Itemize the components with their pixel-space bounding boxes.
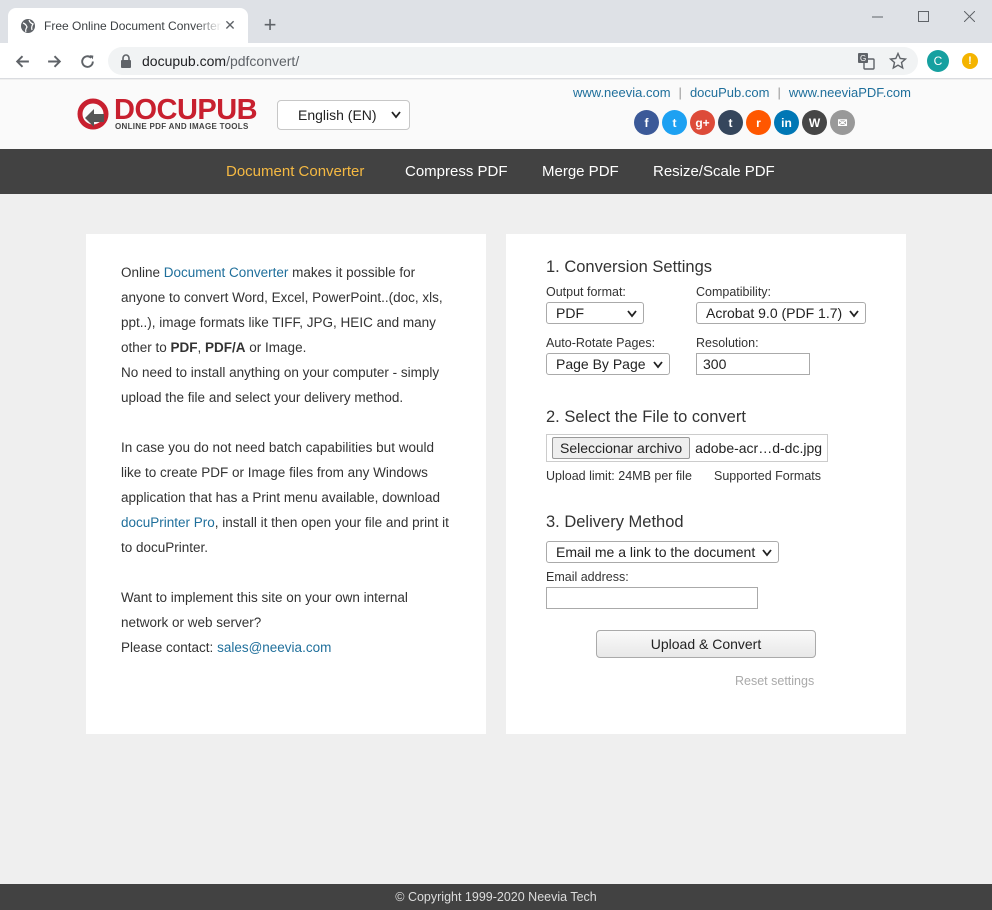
intro-text-segment: , — [197, 340, 206, 355]
lock-icon — [121, 54, 131, 68]
browser-toolbar: docupub.com/pdfconvert/ G — [0, 43, 992, 79]
intro-text-segment: Online — [121, 265, 164, 280]
section-select-file: 2. Select the File to convert — [546, 408, 746, 426]
docuprinter-pro-link[interactable]: docuPrinter Pro — [121, 515, 215, 530]
delivery-method-select[interactable]: Email me a link to the document — [546, 541, 779, 563]
nav-document-converter[interactable]: Document Converter — [226, 163, 364, 180]
nav-resize-scale-pdf[interactable]: Resize/Scale PDF — [653, 163, 775, 180]
new-tab-icon[interactable]: + — [258, 12, 282, 37]
chevron-down-icon — [627, 310, 637, 318]
language-select[interactable]: English (EN) — [277, 100, 410, 130]
auto-rotate-value: Page By Page — [556, 356, 646, 372]
profile-avatar[interactable]: C — [927, 50, 949, 72]
intro-bold-pdfa: PDF/A — [205, 340, 246, 355]
reload-icon[interactable] — [74, 48, 100, 74]
link-neeviapdf[interactable]: www.neeviaPDF.com — [789, 85, 911, 100]
copyright-text: © Copyright 1999-2020 Neevia Tech — [395, 890, 597, 904]
logo-mark-icon — [77, 98, 109, 130]
chevron-down-icon — [653, 361, 663, 369]
main-nav: Document Converter Compress PDF Merge PD… — [0, 149, 992, 194]
globe-icon — [21, 18, 35, 33]
intro-paragraph-2: In case you do not need batch capabiliti… — [121, 435, 451, 560]
address-bar[interactable]: docupub.com/pdfconvert/ — [108, 47, 918, 75]
intro-text-segment: No need to install anything on your comp… — [121, 365, 440, 405]
output-format-label: Output format: — [546, 285, 626, 299]
tumblr-icon[interactable]: t — [718, 110, 743, 135]
tab-close-icon[interactable]: ✕ — [222, 17, 238, 34]
intro-text: Online Document Converter makes it possi… — [121, 260, 451, 685]
separator: | — [777, 85, 781, 100]
docupub-logo[interactable]: DOCUPUB ONLINE PDF AND IMAGE TOOLS — [77, 94, 258, 132]
twitter-icon[interactable]: t — [662, 110, 687, 135]
link-docupub[interactable]: docuPub.com — [690, 85, 770, 100]
link-neevia[interactable]: www.neevia.com — [573, 85, 671, 100]
intro-panel: Online Document Converter makes it possi… — [86, 234, 486, 734]
google-plus-icon[interactable]: g+ — [690, 110, 715, 135]
back-icon[interactable] — [9, 48, 35, 74]
email-address-input[interactable] — [546, 587, 758, 609]
url-path: /pdfconvert/ — [226, 53, 300, 69]
intro-paragraph-1: Online Document Converter makes it possi… — [121, 260, 451, 410]
language-value: English (EN) — [298, 107, 377, 123]
compatibility-value: Acrobat 9.0 (PDF 1.7) — [706, 305, 843, 321]
forward-icon[interactable] — [41, 48, 67, 74]
top-links: www.neevia.com | docuPub.com | www.neeviaPDF… — [573, 85, 911, 100]
upload-limit-text: Upload limit: 24MB per file — [546, 469, 692, 483]
chevron-down-icon — [762, 549, 772, 557]
supported-formats-link[interactable]: Supported Formats — [714, 469, 821, 483]
facebook-icon[interactable]: f — [634, 110, 659, 135]
update-alert-icon[interactable]: ! — [962, 53, 978, 69]
email-icon[interactable]: ✉ — [830, 110, 855, 135]
intro-text-segment: In case you do not need batch capabiliti… — [121, 440, 440, 505]
logo-tagline: ONLINE PDF AND IMAGE TOOLS — [115, 122, 249, 131]
upload-convert-button[interactable]: Upload & Convert — [596, 630, 816, 658]
browser-tab[interactable]: Free Online Document Converter ✕ — [8, 8, 248, 43]
url-host: docupub.com — [142, 53, 227, 69]
compatibility-select[interactable]: Acrobat 9.0 (PDF 1.7) — [696, 302, 866, 324]
maximize-icon[interactable] — [900, 0, 946, 32]
intro-text-segment: Please contact: — [121, 640, 218, 655]
intro-paragraph-3: Want to implement this site on your own … — [121, 585, 451, 660]
bookmark-star-icon[interactable] — [889, 52, 907, 70]
converter-form-panel: 1. Conversion Settings Output format: PD… — [506, 234, 906, 734]
nav-compress-pdf[interactable]: Compress PDF — [405, 163, 508, 180]
compatibility-label: Compatibility: — [696, 285, 772, 299]
svg-text:G: G — [860, 54, 866, 63]
document-converter-link[interactable]: Document Converter — [164, 265, 289, 280]
auto-rotate-select[interactable]: Page By Page — [546, 353, 670, 375]
window-close-icon[interactable] — [946, 0, 992, 32]
delivery-method-value: Email me a link to the document — [556, 544, 756, 560]
reddit-icon[interactable]: r — [746, 110, 771, 135]
output-format-value: PDF — [556, 305, 584, 321]
tab-strip: Free Online Document Converter ✕ + — [0, 0, 992, 43]
section-conversion-settings: 1. Conversion Settings — [546, 258, 713, 276]
output-format-select[interactable]: PDF — [546, 302, 644, 324]
wordpress-icon[interactable]: W — [802, 110, 827, 135]
separator: | — [678, 85, 682, 100]
chosen-file-name: adobe-acr…d-dc.jpg — [695, 440, 823, 456]
file-picker: Seleccionar archivo adobe-acr…d-dc.jpg — [546, 434, 828, 462]
reset-settings-link[interactable]: Reset settings — [735, 674, 814, 688]
translate-icon[interactable]: G — [857, 52, 875, 70]
nav-merge-pdf[interactable]: Merge PDF — [542, 163, 619, 180]
intro-text-segment: or Image. — [245, 340, 307, 355]
chevron-down-icon — [391, 111, 401, 119]
site-header: DOCUPUB ONLINE PDF AND IMAGE TOOLS Engli… — [0, 80, 992, 149]
social-icons: f t g+ t r in W ✉ — [634, 110, 855, 135]
resolution-label: Resolution: — [696, 336, 759, 350]
section-delivery-method: 3. Delivery Method — [546, 513, 684, 531]
sales-email-link[interactable]: sales@neevia.com — [217, 640, 331, 655]
choose-file-button[interactable]: Seleccionar archivo — [552, 437, 691, 459]
linkedin-icon[interactable]: in — [774, 110, 799, 135]
auto-rotate-label: Auto-Rotate Pages: — [546, 336, 656, 350]
email-address-label: Email address: — [546, 570, 629, 584]
resolution-input[interactable]: 300 — [696, 353, 810, 375]
footer: © Copyright 1999-2020 Neevia Tech — [0, 884, 992, 910]
chevron-down-icon — [849, 310, 859, 318]
minimize-icon[interactable] — [854, 0, 900, 32]
tab-title: Free Online Document Converter — [44, 18, 221, 33]
intro-bold-pdf: PDF — [170, 340, 198, 355]
intro-text-segment: Want to implement this site on your own … — [121, 590, 408, 630]
